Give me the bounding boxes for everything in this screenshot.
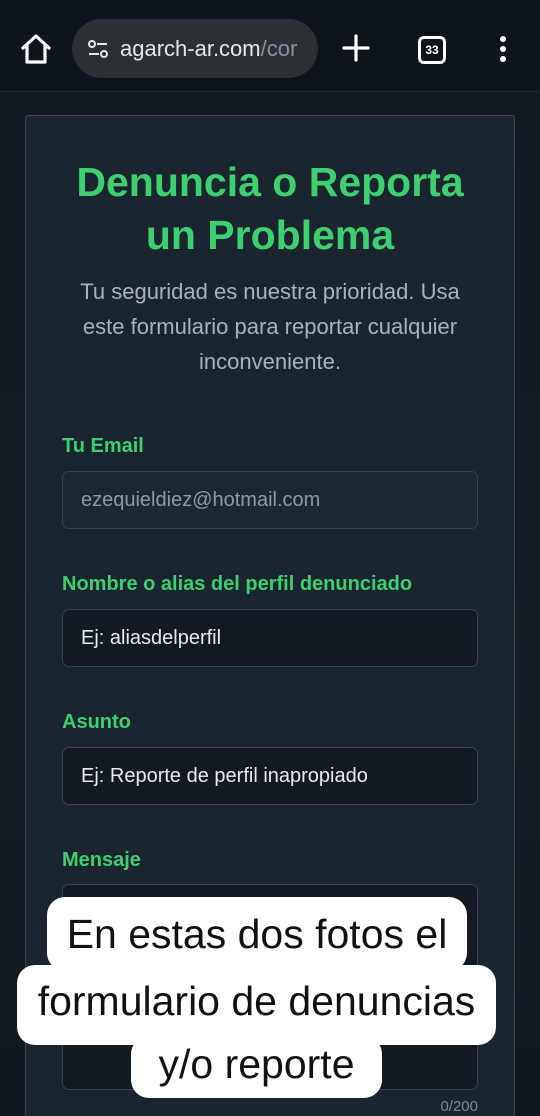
subject-placeholder: Ej: Reporte de perfil inapropiado [81, 764, 368, 787]
page-title: Denuncia o Reporta un Problema [76, 159, 464, 258]
caption-line-2: formulario de denuncias [17, 965, 496, 1045]
new-tab-icon[interactable] [342, 34, 370, 62]
alias-label: Nombre o alias del perfil denunciado [62, 573, 413, 595]
alias-input[interactable]: Ej: aliasdelperfil [62, 609, 478, 667]
message-char-counter: 0/200 [440, 1098, 478, 1115]
caption-line-3: y/o reporte [131, 1036, 382, 1098]
subject-input[interactable]: Ej: Reporte de perfil inapropiado [62, 747, 478, 805]
email-field[interactable]: ezequieldiez@hotmail.com [62, 471, 478, 529]
url-text: agarch-ar.com/cor [120, 36, 297, 62]
page-subtitle: Tu seguridad es nuestra prioridad. Usa e… [80, 279, 460, 374]
url-path: /cor [260, 35, 298, 61]
tab-switcher-icon[interactable]: 33 [418, 36, 446, 64]
more-menu-icon[interactable] [492, 34, 514, 64]
site-settings-icon[interactable] [86, 37, 110, 61]
email-label: Tu Email [62, 435, 144, 457]
subject-label: Asunto [62, 711, 131, 733]
message-label: Mensaje [62, 849, 141, 871]
alias-placeholder: Ej: aliasdelperfil [81, 626, 222, 649]
url-host: agarch-ar.com [120, 35, 261, 61]
browser-toolbar: agarch-ar.com/cor 33 [0, 0, 540, 92]
address-bar[interactable]: agarch-ar.com/cor [72, 19, 318, 78]
caption-line-1: En estas dos fotos el [47, 897, 467, 971]
tab-count: 33 [425, 43, 439, 57]
home-icon[interactable] [19, 32, 53, 66]
email-value: ezequieldiez@hotmail.com [81, 488, 321, 511]
